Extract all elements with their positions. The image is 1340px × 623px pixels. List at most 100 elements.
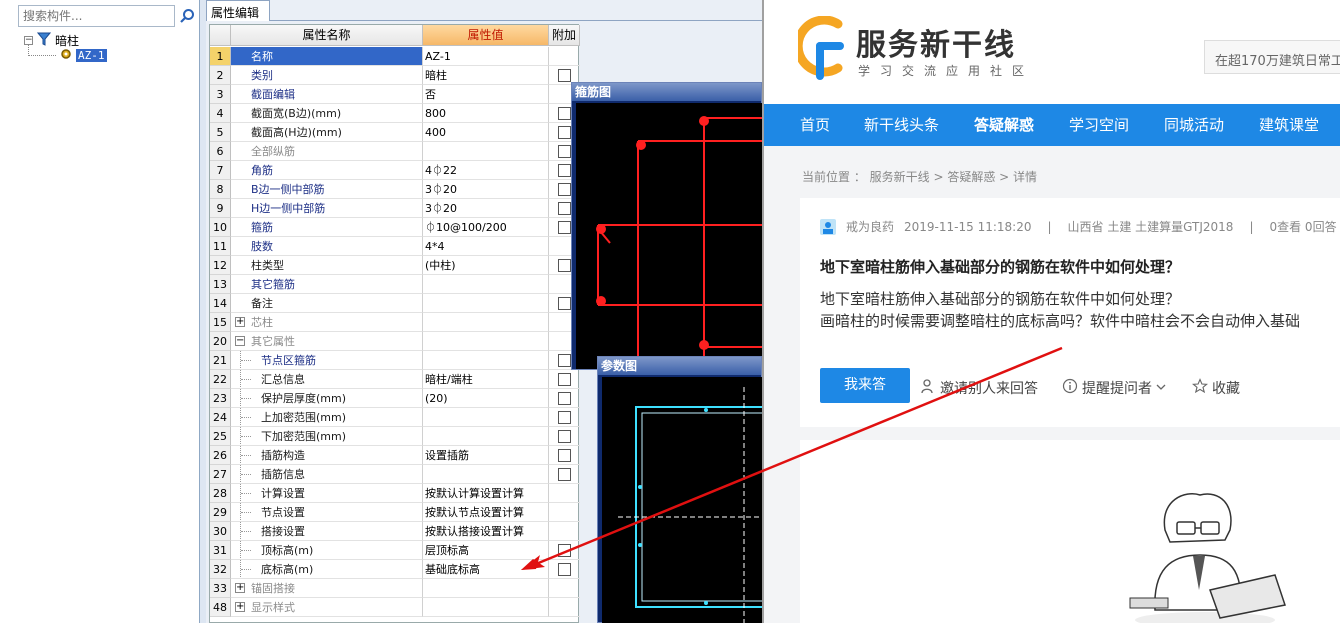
extra-checkbox[interactable] (558, 69, 571, 82)
extra-checkbox[interactable] (558, 183, 571, 196)
property-value[interactable] (423, 332, 549, 351)
property-row[interactable]: 14 备注 (210, 294, 580, 313)
extra-checkbox[interactable] (558, 164, 571, 177)
property-value[interactable]: ⏀10@100/200 (423, 218, 549, 237)
property-row[interactable]: 1 名称 AZ-1 (210, 47, 580, 66)
parameter-diagram-window[interactable]: 参数图 (597, 356, 763, 623)
property-row[interactable]: 15 + 芯柱 (210, 313, 580, 332)
property-row[interactable]: 22 汇总信息 暗柱/端柱 (210, 370, 580, 389)
tab-property-edit[interactable]: 属性编辑 (206, 0, 270, 21)
extra-checkbox[interactable] (558, 259, 571, 272)
nav-item-events[interactable]: 同城活动 (1164, 104, 1224, 146)
extra-checkbox[interactable] (558, 563, 571, 576)
tree-node-root[interactable]: − 暗柱 (24, 32, 79, 48)
avatar[interactable] (820, 218, 836, 235)
property-row[interactable]: 2 类别 暗柱 (210, 66, 580, 85)
nav-item-home[interactable]: 首页 (800, 104, 830, 146)
extra-checkbox[interactable] (558, 411, 571, 424)
property-row[interactable]: 33 + 锚固搭接 (210, 579, 580, 598)
property-row[interactable]: 29 节点设置 按默认节点设置计算 (210, 503, 580, 522)
site-logo-icon[interactable] (793, 15, 854, 84)
property-value[interactable]: 400 (423, 123, 549, 142)
extra-checkbox[interactable] (558, 468, 571, 481)
site-brand-name[interactable]: 服务新干线 (856, 20, 1016, 64)
nav-item-learning[interactable]: 学习空间 (1069, 104, 1129, 146)
nav-item-qa[interactable]: 答疑解惑 (974, 104, 1034, 146)
property-row[interactable]: 9 H边一侧中部筋 3⏀20 (210, 199, 580, 218)
property-value[interactable] (423, 294, 549, 313)
property-value[interactable] (423, 408, 549, 427)
property-value[interactable]: 4*4 (423, 237, 549, 256)
property-value[interactable]: 暗柱/端柱 (423, 370, 549, 389)
extra-checkbox[interactable] (558, 544, 571, 557)
extra-checkbox[interactable] (558, 392, 571, 405)
invite-button[interactable]: 邀请别人来回答 (920, 378, 1038, 398)
extra-checkbox[interactable] (558, 221, 571, 234)
property-value[interactable]: 暗柱 (423, 66, 549, 85)
extra-checkbox[interactable] (558, 145, 571, 158)
property-value[interactable] (423, 351, 549, 370)
property-value[interactable]: 否 (423, 85, 549, 104)
property-value[interactable] (423, 313, 549, 332)
property-value[interactable]: (20) (423, 389, 549, 408)
property-value[interactable]: 按默认计算设置计算 (423, 484, 549, 503)
property-row[interactable]: 8 B边一侧中部筋 3⏀20 (210, 180, 580, 199)
collapse-icon[interactable]: − (235, 336, 245, 346)
property-value[interactable]: 设置插筋 (423, 446, 549, 465)
property-value[interactable] (423, 598, 549, 617)
property-row[interactable]: 5 截面高(H边)(mm) 400 (210, 123, 580, 142)
property-row[interactable]: 7 角筋 4⏀22 (210, 161, 580, 180)
property-row[interactable]: 48 + 显示样式 (210, 598, 580, 617)
property-row[interactable]: 30 搭接设置 按默认搭接设置计算 (210, 522, 580, 541)
expand-icon[interactable]: + (235, 317, 245, 327)
property-value[interactable] (423, 275, 549, 294)
expand-icon[interactable]: + (235, 602, 245, 612)
extra-checkbox[interactable] (558, 354, 571, 367)
property-row[interactable]: 10 箍筋 ⏀10@100/200 (210, 218, 580, 237)
extra-checkbox[interactable] (558, 297, 571, 310)
property-value[interactable]: 基础底标高 (423, 560, 549, 579)
property-row[interactable]: 21 节点区箍筋 (210, 351, 580, 370)
property-value[interactable]: (中柱) (423, 256, 549, 275)
property-value[interactable]: 按默认搭接设置计算 (423, 522, 549, 541)
property-row[interactable]: 32 底标高(m) 基础底标高 (210, 560, 580, 579)
property-value[interactable]: 4⏀22 (423, 161, 549, 180)
property-value[interactable]: 800 (423, 104, 549, 123)
extra-checkbox[interactable] (558, 107, 571, 120)
search-input[interactable] (18, 5, 175, 27)
property-row[interactable]: 3 截面编辑 否 (210, 85, 580, 104)
property-row[interactable]: 11 肢数 4*4 (210, 237, 580, 256)
property-value[interactable] (423, 142, 549, 161)
nav-item-headlines[interactable]: 新干线头条 (864, 104, 939, 146)
search-icon[interactable] (176, 5, 197, 27)
property-value[interactable] (423, 465, 549, 484)
property-row[interactable]: 12 柱类型 (中柱) (210, 256, 580, 275)
extra-checkbox[interactable] (558, 430, 571, 443)
property-value[interactable]: 3⏀20 (423, 199, 549, 218)
property-row[interactable]: 28 计算设置 按默认计算设置计算 (210, 484, 580, 503)
property-row[interactable]: 20− 其它属性 (210, 332, 580, 351)
property-row[interactable]: 4 截面宽(B边)(mm) 800 (210, 104, 580, 123)
rebar-diagram-window[interactable]: 箍筋图 (571, 82, 763, 370)
extra-checkbox[interactable] (558, 202, 571, 215)
property-row[interactable]: 23 保护层厚度(mm) (20) (210, 389, 580, 408)
property-row[interactable]: 6 全部纵筋 (210, 142, 580, 161)
nav-item-courses[interactable]: 建筑课堂 (1259, 104, 1319, 146)
property-value[interactable]: 按默认节点设置计算 (423, 503, 549, 522)
property-value[interactable] (423, 427, 549, 446)
expand-icon[interactable]: + (235, 583, 245, 593)
property-row[interactable]: 25 下加密范围(mm) (210, 427, 580, 446)
property-value[interactable] (423, 579, 549, 598)
tree-node-az1[interactable]: AZ-1 (60, 47, 107, 63)
extra-checkbox[interactable] (558, 449, 571, 462)
property-value[interactable]: AZ-1 (423, 47, 549, 66)
property-value[interactable]: 层顶标高 (423, 541, 549, 560)
property-row[interactable]: 26 插筋构造 设置插筋 (210, 446, 580, 465)
property-row[interactable]: 13 其它箍筋 (210, 275, 580, 294)
property-row[interactable]: 31 顶标高(m) 层顶标高 (210, 541, 580, 560)
property-row[interactable]: 24 上加密范围(mm) (210, 408, 580, 427)
answer-button[interactable]: 我来答 (820, 368, 910, 403)
collect-button[interactable]: 收藏 (1191, 378, 1240, 398)
question-author[interactable]: 戒为良药 (846, 218, 894, 235)
remind-button[interactable]: 提醒提问者 (1062, 378, 1166, 398)
